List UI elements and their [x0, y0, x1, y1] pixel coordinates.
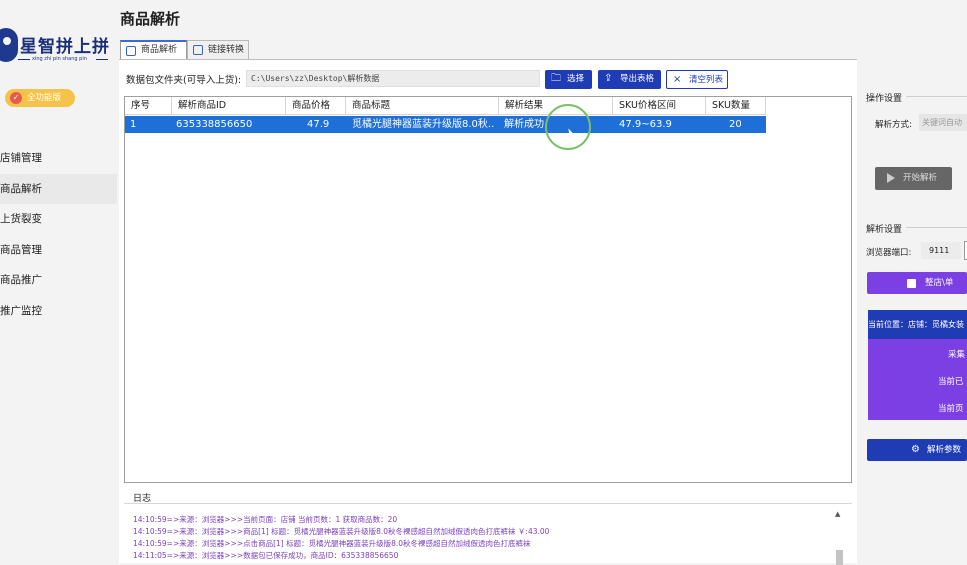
col-header-sku-range[interactable]: SKU价格区间 [613, 97, 706, 115]
logo-mark-icon [0, 28, 18, 62]
cell-price: 47.9 [307, 119, 330, 130]
parse-params-label: 解析参数 [927, 445, 962, 455]
status-row: 当前页 [938, 404, 964, 414]
click-highlight-ring [545, 104, 591, 150]
logo-subtitle: xing zhi pin shang pin [32, 56, 87, 62]
gear-icon: ⚙ [911, 444, 920, 455]
cell-product-id: 635338856650 [176, 119, 253, 130]
edition-badge: ✓ 全功能版 [5, 89, 75, 107]
col-header-title[interactable]: 商品标题 [346, 97, 499, 115]
search-doc-icon [126, 46, 136, 56]
log-line: 14:10:59=>来源：浏览器>>>当前页面：店铺 当前页数：1 获取商品数：… [133, 515, 398, 524]
shield-check-icon: ✓ [10, 92, 22, 104]
sidebar-item-label: 商品推广 [0, 274, 42, 286]
table-header: 序号 解析商品ID 商品价格 商品标题 解析结果 SKU价格区间 SKU数量 [125, 97, 766, 115]
sidebar-item-listing-split[interactable]: 上货裂变 [0, 204, 117, 235]
sidebar: 星智拼上拼 xing zhi pin shang pin ✓ 全功能版 店铺管理… [0, 0, 117, 563]
path-label: 数据包文件夹(可导入上货): [126, 75, 242, 86]
op-settings-title: 操作设置 [866, 94, 903, 104]
close-icon: × [673, 74, 682, 85]
start-parse-button[interactable]: 开始解析 [875, 167, 952, 190]
link-edit-icon [193, 45, 203, 55]
app-logo: 星智拼上拼 xing zhi pin shang pin [0, 24, 110, 64]
section-divider [906, 96, 967, 97]
sidebar-item-label: 上货裂变 [0, 213, 42, 225]
log-scrollbar[interactable]: ▲ [835, 510, 844, 565]
play-icon [887, 173, 895, 183]
col-header-index[interactable]: 序号 [125, 97, 172, 115]
logo-divider [18, 59, 30, 60]
tab-link-convert[interactable]: 链接转换 [187, 40, 249, 59]
folder-icon: 🗀 [551, 73, 561, 84]
results-table: 序号 解析商品ID 商品价格 商品标题 解析结果 SKU价格区间 SKU数量 1… [124, 96, 852, 483]
sidebar-item-label: 推广监控 [0, 304, 42, 317]
col-header-sku-count[interactable]: SKU数量 [706, 97, 766, 115]
parse-params-button[interactable]: ⚙ 解析参数 [867, 439, 967, 461]
status-row: 采集 [948, 350, 966, 360]
scroll-up-icon[interactable]: ▲ [835, 510, 840, 518]
path-input[interactable]: C:\Users\zz\Desktop\解析数据 [246, 70, 540, 87]
cell-sku-count: 20 [729, 119, 742, 130]
log-line: 14:10:59=>来源：浏览器>>>点击商品[1] 标题：觅橘光腿神器蓝装升级… [133, 539, 531, 548]
tab-label: 商品解析 [141, 45, 178, 55]
tab-label: 链接转换 [208, 45, 245, 55]
upload-icon: ⇪ [604, 73, 613, 84]
clear-list-button[interactable]: × 清空列表 [666, 70, 728, 89]
sidebar-item-product-parse[interactable]: 商品解析 [0, 173, 117, 204]
table-row[interactable]: 1 635338856650 47.9 觅橘光腿神器蓝装升级版8.0秋... 解… [125, 116, 766, 133]
page-title: 商品解析 [120, 10, 181, 28]
sidebar-item-label: 商品管理 [0, 243, 42, 256]
browser-port-label: 浏览器端口: [866, 248, 912, 258]
status-row: 当前已 [938, 377, 964, 387]
store-single-button[interactable]: 整店\单 [867, 272, 967, 294]
store-single-label: 整店\单 [925, 278, 954, 288]
logo-divider [96, 59, 108, 60]
checkbox-icon [907, 279, 916, 288]
sidebar-item-store-management[interactable]: 店铺管理 [0, 143, 117, 174]
sidebar-item-label: 店铺管理 [0, 152, 42, 164]
export-table-label: 导出表格 [620, 74, 655, 84]
parse-method-label: 解析方式: [875, 120, 912, 130]
cell-sku-range: 47.9~63.9 [619, 119, 672, 130]
logo-title: 星智拼上拼 [20, 37, 110, 57]
export-table-button[interactable]: ⇪ 导出表格 [598, 70, 661, 89]
sidebar-item-promotion-monitor[interactable]: 推广监控 [0, 296, 117, 327]
col-header-product-id[interactable]: 解析商品ID [172, 97, 286, 115]
edition-badge-label: 全功能版 [27, 93, 62, 103]
cell-index: 1 [130, 119, 137, 130]
log-line: 14:10:59=>来源：浏览器>>>商品[1] 标题：觅橘光腿神器蓝装升级版8… [133, 527, 550, 536]
current-location: 当前位置：店铺：觅橘女装 [868, 310, 967, 339]
start-parse-label: 开始解析 [903, 173, 938, 183]
select-folder-label: 选择 [567, 74, 585, 84]
parse-settings-title: 解析设置 [866, 225, 903, 235]
sidebar-item-label: 商品解析 [0, 182, 42, 195]
cell-title: 觅橘光腿神器蓝装升级版8.0秋... [352, 119, 495, 130]
collect-status-card: 当前位置：店铺：觅橘女装 采集 当前已 当前页 [868, 310, 967, 420]
sidebar-nav: 店铺管理 商品解析 上货裂变 商品管理 商品推广 推广监控 [0, 143, 117, 326]
parse-method-select[interactable]: 关键词自动 [919, 114, 967, 131]
section-divider [906, 227, 967, 228]
browser-port-input[interactable]: 9111 [921, 242, 961, 259]
clear-list-label: 清空列表 [689, 75, 724, 85]
sidebar-item-product-management[interactable]: 商品管理 [0, 235, 117, 266]
col-header-price[interactable]: 商品价格 [286, 97, 346, 115]
tab-product-parse[interactable]: 商品解析 [120, 40, 187, 59]
sidebar-item-product-promotion[interactable]: 商品推广 [0, 265, 117, 296]
log-panel[interactable]: 14:10:59=>来源：浏览器>>>当前页面：店铺 当前页数：1 获取商品数：… [124, 503, 852, 563]
select-folder-button[interactable]: 🗀 选择 [545, 70, 592, 89]
log-line: 14:11:05=>来源：浏览器>>>数据包已保存成功，商品ID：6353388… [133, 551, 399, 560]
